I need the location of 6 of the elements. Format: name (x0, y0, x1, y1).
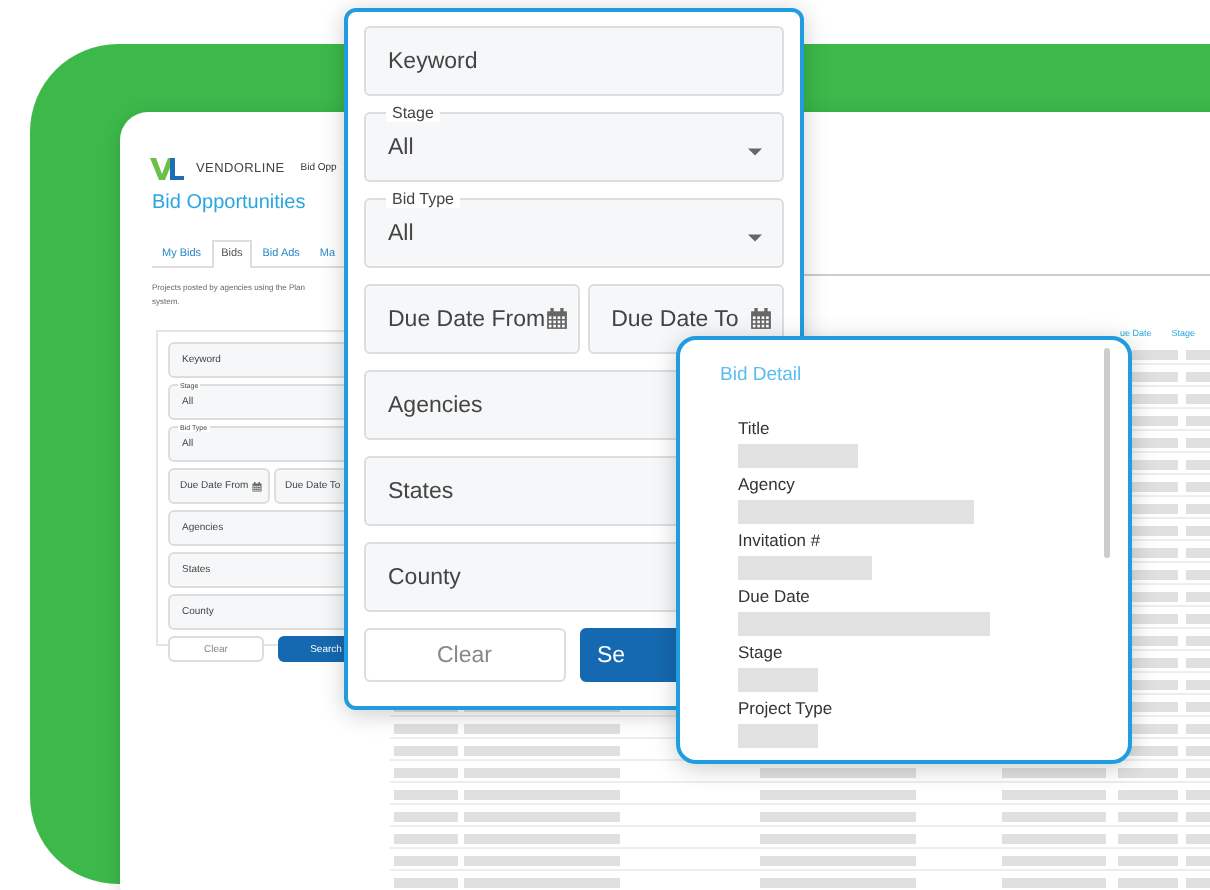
field-label: Title (736, 416, 772, 440)
field-legend: Bid Type (386, 190, 460, 208)
field-legend: Stage (386, 104, 440, 122)
field-label: Stage (736, 640, 785, 664)
page-title: Bid Opportunities (152, 192, 306, 214)
field-label: Project Type (736, 696, 835, 720)
